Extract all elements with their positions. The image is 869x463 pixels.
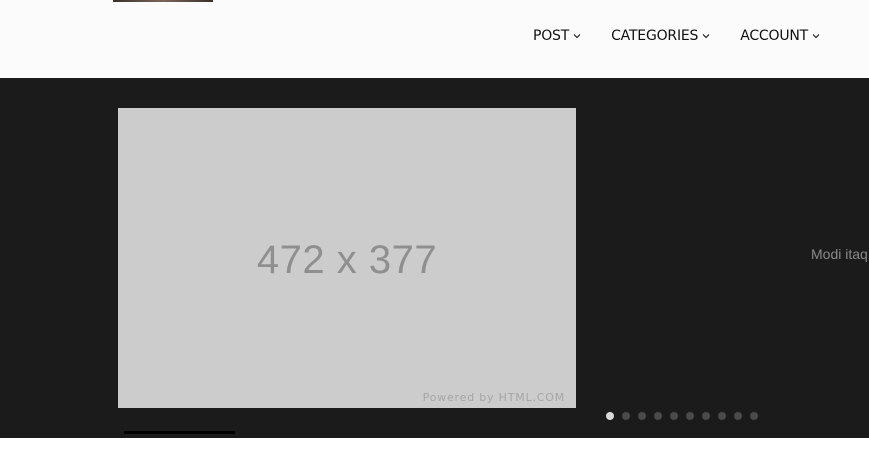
nav-item-label: CATEGORIES (611, 28, 699, 44)
site-header: POST CATEGORIES ACCOUNT (0, 0, 869, 78)
slider-dot-8[interactable] (718, 412, 726, 420)
slider-pagination (606, 412, 766, 420)
slide-caption: Modi itaq (811, 246, 868, 262)
hero-slider: 472 x 377 Powered by HTML.COM Modi itaq (0, 78, 869, 438)
nav-item-label: ACCOUNT (740, 28, 808, 44)
placeholder-credit: Powered by HTML.COM (422, 391, 565, 404)
nav-item-post[interactable]: POST (533, 28, 581, 44)
slide-image-placeholder[interactable]: 472 x 377 Powered by HTML.COM (118, 108, 576, 408)
slider-dot-4[interactable] (654, 412, 662, 420)
slider-progress-bar (124, 431, 235, 434)
main-nav: POST CATEGORIES ACCOUNT (533, 28, 820, 44)
chevron-down-icon (702, 32, 710, 40)
chevron-down-icon (812, 32, 820, 40)
slider-dot-10[interactable] (750, 412, 758, 420)
page-bottom-area (0, 438, 869, 463)
chevron-down-icon (573, 32, 581, 40)
slider-dot-7[interactable] (702, 412, 710, 420)
placeholder-size-label: 472 x 377 (256, 238, 438, 282)
site-logo[interactable] (113, 0, 213, 2)
slider-dot-3[interactable] (638, 412, 646, 420)
slider-dot-9[interactable] (734, 412, 742, 420)
slider-dot-6[interactable] (686, 412, 694, 420)
nav-item-account[interactable]: ACCOUNT (740, 28, 820, 44)
slider-dot-2[interactable] (622, 412, 630, 420)
slider-dot-1[interactable] (606, 412, 614, 420)
nav-item-label: POST (532, 28, 570, 44)
nav-item-categories[interactable]: CATEGORIES (611, 28, 710, 44)
slider-progress-fill (124, 431, 235, 434)
slider-dot-5[interactable] (670, 412, 678, 420)
